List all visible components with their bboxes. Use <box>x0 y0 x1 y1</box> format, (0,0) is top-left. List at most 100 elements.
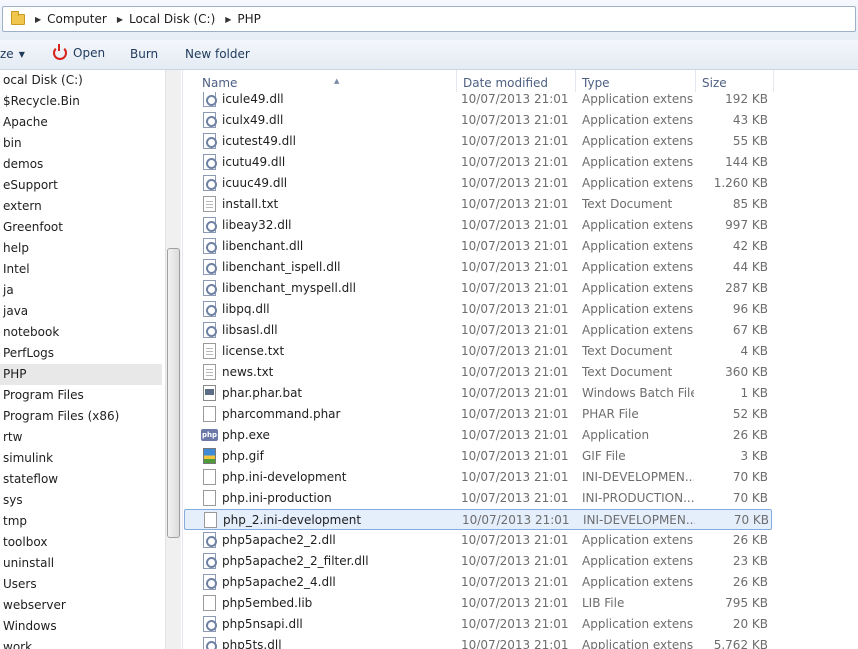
sidebar-item[interactable]: Users <box>0 574 162 595</box>
sidebar-item[interactable]: tmp <box>0 511 162 532</box>
file-type: Application extens... <box>582 638 694 649</box>
sidebar-item[interactable]: bin <box>0 133 162 154</box>
dll-icon <box>203 92 217 107</box>
file-row[interactable]: icutu49.dll 10/07/2013 21:01 Application e… <box>184 152 772 173</box>
dll-icon <box>203 322 217 338</box>
file-date-modified: 10/07/2013 21:01 <box>461 617 569 631</box>
file-row[interactable]: icutest49.dll 10/07/2013 21:01 Application… <box>184 131 772 152</box>
sidebar-item[interactable]: Greenfoot <box>0 217 162 238</box>
column-header-date-label: Date modified <box>463 76 549 90</box>
organize-button[interactable]: ze ▼ <box>0 47 25 61</box>
dll-icon <box>203 553 217 569</box>
chevron-right-icon[interactable]: ▶ <box>117 15 123 24</box>
file-size: 96 KB <box>732 302 768 316</box>
sidebar-item[interactable]: $Recycle.Bin <box>0 91 162 112</box>
breadcrumb-local-disk[interactable]: Local Disk (C:) <box>129 12 215 26</box>
file-row[interactable]: libenchant_ispell.dll 10/07/2013 21:01 App… <box>184 257 772 278</box>
file-row[interactable]: phar.phar.bat 10/07/2013 21:01 Windows Bat… <box>184 383 772 404</box>
sidebar-item[interactable]: demos <box>0 154 162 175</box>
file-size: 70 KB <box>733 513 769 527</box>
file-row[interactable]: php_2.ini-development 10/07/2013 21:01 INI… <box>184 509 772 530</box>
sidebar-item[interactable]: simulink <box>0 448 162 469</box>
file-date-modified: 10/07/2013 21:01 <box>461 218 569 232</box>
blank-file-icon <box>203 490 216 506</box>
sidebar-scrollbar-thumb[interactable] <box>167 248 180 538</box>
file-row[interactable]: php5ts.dll 10/07/2013 21:01 Application ex… <box>184 635 772 649</box>
file-row[interactable]: php5embed.lib 10/07/2013 21:01 LIB File 795… <box>184 593 772 614</box>
file-row[interactable]: libenchant.dll 10/07/2013 21:01 Applicatio… <box>184 236 772 257</box>
column-header-date[interactable]: Date modified <box>457 70 576 92</box>
file-row[interactable]: php php.exe 10/07/2013 21:01 Application 26 … <box>184 425 772 446</box>
php-exe-icon: php <box>201 429 218 441</box>
sidebar-item[interactable]: webserver <box>0 595 162 616</box>
file-row[interactable]: icuuc49.dll 10/07/2013 21:01 Application e… <box>184 173 772 194</box>
sidebar-item[interactable]: Program Files (x86) <box>0 406 162 427</box>
sidebar-item[interactable]: stateflow <box>0 469 162 490</box>
chevron-right-icon[interactable]: ▶ <box>225 15 231 24</box>
file-type: Application extens... <box>582 302 694 316</box>
file-row[interactable]: pharcommand.phar 10/07/2013 21:01 PHAR Fil… <box>184 404 772 425</box>
file-row[interactable]: php.ini-development 10/07/2013 21:01 INI-D… <box>184 467 772 488</box>
sidebar-item[interactable]: Windows <box>0 616 162 637</box>
sidebar-scrollbar[interactable] <box>165 70 181 649</box>
file-date-modified: 10/07/2013 21:01 <box>461 554 569 568</box>
sidebar-item[interactable]: notebook <box>0 322 162 343</box>
chevron-right-icon[interactable]: ▶ <box>35 15 41 24</box>
file-size: 26 KB <box>732 533 768 547</box>
file-row[interactable]: libeay32.dll 10/07/2013 21:01 Application … <box>184 215 772 236</box>
sidebar-item[interactable]: PerfLogs <box>0 343 162 364</box>
file-name: icule49.dll <box>222 92 284 106</box>
breadcrumb-computer[interactable]: Computer <box>47 12 107 26</box>
sidebar-item[interactable]: sys <box>0 490 162 511</box>
burn-button[interactable]: Burn <box>130 47 158 61</box>
open-button[interactable]: Open <box>53 44 105 60</box>
file-row[interactable]: libpq.dll 10/07/2013 21:01 Application ext… <box>184 299 772 320</box>
sidebar-item[interactable]: work <box>0 637 162 649</box>
file-row[interactable]: php5apache2_4.dll 10/07/2013 21:01 Applica… <box>184 572 772 593</box>
sidebar-item[interactable]: help <box>0 238 162 259</box>
file-name: libeay32.dll <box>222 218 292 232</box>
sidebar-item[interactable]: eSupport <box>0 175 162 196</box>
file-row[interactable]: iculx49.dll 10/07/2013 21:01 Application e… <box>184 110 772 131</box>
file-row[interactable]: news.txt 10/07/2013 21:01 Text Document 360… <box>184 362 772 383</box>
sidebar-item[interactable]: ja <box>0 280 162 301</box>
file-row[interactable]: icule49.dll 10/07/2013 21:01 Application e… <box>184 92 772 110</box>
sidebar-item[interactable]: Intel <box>0 259 162 280</box>
file-row[interactable]: php.ini-production 10/07/2013 21:01 INI-PR… <box>184 488 772 509</box>
dll-icon <box>203 616 217 632</box>
column-header-name[interactable]: Name ▲ <box>196 70 457 92</box>
sidebar-item[interactable]: java <box>0 301 162 322</box>
file-name: php5nsapi.dll <box>222 617 303 631</box>
file-name: php5apache2_2.dll <box>222 533 336 547</box>
file-row[interactable]: libsasl.dll 10/07/2013 21:01 Application e… <box>184 320 772 341</box>
sidebar-item[interactable]: uninstall <box>0 553 162 574</box>
column-header-type[interactable]: Type <box>576 70 696 92</box>
file-row[interactable]: php5apache2_2.dll 10/07/2013 21:01 Applica… <box>184 530 772 551</box>
file-name: libenchant.dll <box>222 239 304 253</box>
sidebar-item[interactable]: PHP <box>0 364 162 385</box>
file-date-modified: 10/07/2013 21:01 <box>461 407 569 421</box>
file-row[interactable]: license.txt 10/07/2013 21:01 Text Document… <box>184 341 772 362</box>
new-folder-button[interactable]: New folder <box>185 47 250 61</box>
file-row[interactable]: php5apache2_2_filter.dll 10/07/2013 21:01… <box>184 551 772 572</box>
file-size: 23 KB <box>732 554 768 568</box>
breadcrumb[interactable]: ▶ Computer ▶ Local Disk (C:) ▶ PHP <box>2 6 856 32</box>
new-folder-label: New folder <box>185 47 250 61</box>
file-row[interactable]: libenchant_myspell.dll 10/07/2013 21:01 Ap… <box>184 278 772 299</box>
sidebar-item[interactable]: rtw <box>0 427 162 448</box>
file-row[interactable]: php.gif 10/07/2013 21:01 GIF File 3 KB <box>184 446 772 467</box>
column-header-size[interactable]: Size <box>696 70 774 92</box>
sidebar-item[interactable]: Program Files <box>0 385 162 406</box>
file-name: libpq.dll <box>222 302 270 316</box>
breadcrumb-php[interactable]: PHP <box>237 12 261 26</box>
sidebar-item[interactable]: ocal Disk (C:) <box>0 70 162 91</box>
sidebar-item[interactable]: toolbox <box>0 532 162 553</box>
file-size: 3 KB <box>740 449 768 463</box>
file-name: install.txt <box>222 197 279 211</box>
sidebar-item[interactable]: extern <box>0 196 162 217</box>
file-row[interactable]: php5nsapi.dll 10/07/2013 21:01 Application… <box>184 614 772 635</box>
dll-icon <box>203 574 217 590</box>
file-type: Application extens... <box>582 239 694 253</box>
file-row[interactable]: install.txt 10/07/2013 21:01 Text Document… <box>184 194 772 215</box>
sidebar-item[interactable]: Apache <box>0 112 162 133</box>
